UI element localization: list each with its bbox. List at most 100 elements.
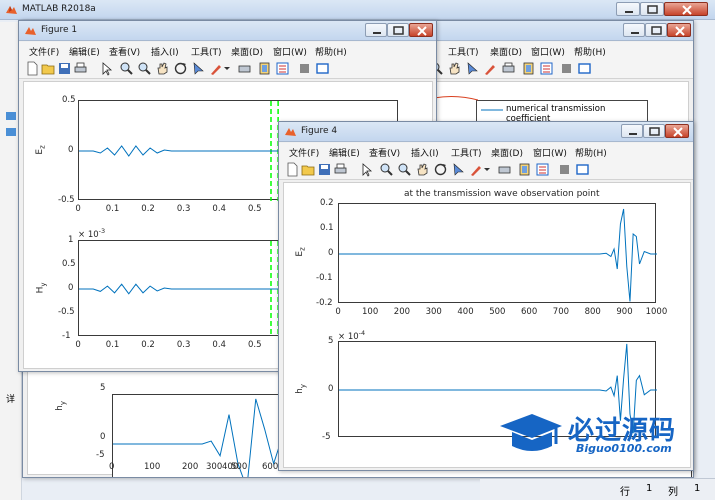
zoom-in-icon[interactable] xyxy=(119,61,134,76)
rotate-3d-icon[interactable] xyxy=(433,162,448,177)
new-figure-icon[interactable] xyxy=(285,162,300,177)
chevron-down-icon[interactable] xyxy=(483,162,491,177)
pan-icon[interactable] xyxy=(155,61,170,76)
bg-menu-help[interactable]: 帮助(H) xyxy=(574,45,606,58)
bg-maximize-button[interactable] xyxy=(645,23,667,37)
bg-xtick: 600 xyxy=(262,462,279,472)
menu-window[interactable]: 窗口(W) xyxy=(533,146,567,159)
menu-file[interactable]: 文件(F) xyxy=(29,45,59,58)
edit-plot-icon[interactable] xyxy=(359,162,374,177)
zoom-out-icon[interactable] xyxy=(137,61,152,76)
xtick-label: 500 xyxy=(489,307,506,317)
series-line xyxy=(339,208,657,302)
edit-plot-icon[interactable] xyxy=(99,61,114,76)
zoom-in-icon[interactable] xyxy=(379,162,394,177)
figure4-menu-bar: 文件(F) 编辑(E) 查看(V) 插入(I) 工具(T) 桌面(D) 窗口(W… xyxy=(279,143,693,160)
figure4-top-axes xyxy=(338,203,657,303)
figure4-minimize-button[interactable] xyxy=(621,124,643,138)
link-plot-icon[interactable] xyxy=(237,61,252,76)
data-cursor-icon[interactable] xyxy=(465,61,480,76)
colorbar-icon[interactable] xyxy=(517,162,532,177)
brush-icon[interactable] xyxy=(209,61,224,76)
watermark-subtitle: Biguo0100.com xyxy=(576,442,672,455)
bg-menu-window[interactable]: 窗口(W) xyxy=(531,45,565,58)
data-cursor-icon[interactable] xyxy=(191,61,206,76)
data-cursor-icon[interactable] xyxy=(451,162,466,177)
bg-ylabel: hy xyxy=(55,400,67,411)
hide-tools-icon[interactable] xyxy=(559,61,574,76)
legend-icon[interactable] xyxy=(535,162,550,177)
rotate-3d-icon[interactable] xyxy=(173,61,188,76)
bg-menu-tools[interactable]: 工具(T) xyxy=(448,45,479,58)
menu-help[interactable]: 帮助(H) xyxy=(315,45,347,58)
left-tab-icon xyxy=(6,112,16,120)
chevron-down-icon[interactable] xyxy=(223,61,231,76)
pan-icon[interactable] xyxy=(447,61,462,76)
figure4-close-button[interactable] xyxy=(665,124,689,138)
figure1-close-button[interactable] xyxy=(409,23,433,37)
menu-desktop[interactable]: 桌面(D) xyxy=(231,45,263,58)
save-icon[interactable] xyxy=(317,162,332,177)
bg-xtick: 0 xyxy=(109,462,115,472)
figure1-title-bar[interactable]: Figure 1 xyxy=(19,21,436,41)
bg-close-button[interactable] xyxy=(667,23,691,37)
main-minimize-button[interactable] xyxy=(616,2,640,16)
main-close-button[interactable] xyxy=(664,2,708,16)
open-file-icon[interactable] xyxy=(41,61,56,76)
ytick: 0.5 xyxy=(62,259,76,269)
xtick-label: 0.3 xyxy=(176,340,191,350)
status-bar: 行 1 列 1 xyxy=(480,478,715,500)
colorbar-icon[interactable] xyxy=(257,61,272,76)
link-plot-icon[interactable] xyxy=(497,162,512,177)
menu-insert[interactable]: 插入(I) xyxy=(151,45,179,58)
ytick: 1 xyxy=(68,235,74,245)
bg-menu-desktop[interactable]: 桌面(D) xyxy=(490,45,522,58)
legend-icon[interactable] xyxy=(275,61,290,76)
figure4-title-bar[interactable]: Figure 4 xyxy=(279,122,693,142)
hide-tools-icon[interactable] xyxy=(297,61,312,76)
ytick: -0.5 xyxy=(58,195,75,205)
figure1-maximize-button[interactable] xyxy=(387,23,409,37)
legend-icon[interactable] xyxy=(539,61,554,76)
figure4-maximize-button[interactable] xyxy=(643,124,665,138)
zoom-out-icon[interactable] xyxy=(397,162,412,177)
bg-xtick: 300 xyxy=(206,462,223,472)
menu-desktop[interactable]: 桌面(D) xyxy=(491,146,523,159)
xtick-label: 0.4 xyxy=(212,340,226,350)
menu-insert[interactable]: 插入(I) xyxy=(411,146,439,159)
hide-tools-icon[interactable] xyxy=(557,162,572,177)
save-icon[interactable] xyxy=(57,61,72,76)
ytick: 0.2 xyxy=(320,198,334,208)
figure-icon xyxy=(285,128,296,136)
main-title-bar[interactable]: MATLAB R2018a xyxy=(0,0,715,20)
menu-tools[interactable]: 工具(T) xyxy=(451,146,482,159)
dock-figure-icon[interactable] xyxy=(575,162,590,177)
menu-help[interactable]: 帮助(H) xyxy=(575,146,607,159)
figure1-minimize-button[interactable] xyxy=(365,23,387,37)
menu-edit[interactable]: 编辑(E) xyxy=(329,146,360,159)
colorbar-icon[interactable] xyxy=(521,61,536,76)
menu-view[interactable]: 查看(V) xyxy=(369,146,400,159)
menu-file[interactable]: 文件(F) xyxy=(289,146,319,159)
print-preview-icon[interactable] xyxy=(501,61,516,76)
left-panel-fragment: 详 xyxy=(6,395,16,405)
print-icon[interactable] xyxy=(333,162,348,177)
menu-edit[interactable]: 编辑(E) xyxy=(69,45,100,58)
dock-figure-icon[interactable] xyxy=(577,61,592,76)
print-icon[interactable] xyxy=(73,61,88,76)
menu-window[interactable]: 窗口(W) xyxy=(273,45,307,58)
bg-minimize-button[interactable] xyxy=(623,23,645,37)
main-maximize-button[interactable] xyxy=(640,2,664,16)
new-figure-icon[interactable] xyxy=(25,61,40,76)
figure1-bottom-ylabel: Hy xyxy=(35,282,48,294)
brush-icon[interactable] xyxy=(483,61,498,76)
menu-view[interactable]: 查看(V) xyxy=(109,45,140,58)
watermark: 必过源码 Biguo0100.com xyxy=(498,408,708,464)
brush-icon[interactable] xyxy=(469,162,484,177)
pan-icon[interactable] xyxy=(415,162,430,177)
figure-icon xyxy=(25,27,36,35)
dock-figure-icon[interactable] xyxy=(315,61,330,76)
menu-tools[interactable]: 工具(T) xyxy=(191,45,222,58)
open-file-icon[interactable] xyxy=(301,162,316,177)
xtick-label: 900 xyxy=(616,307,633,317)
